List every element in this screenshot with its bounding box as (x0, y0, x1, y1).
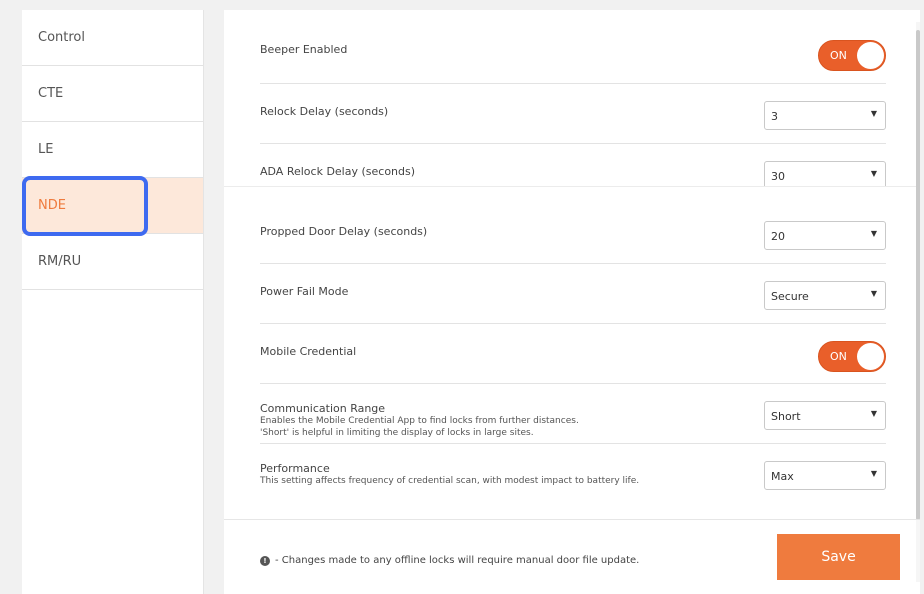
toggle-knob (857, 343, 884, 370)
footer-note-text: - Changes made to any offline locks will… (275, 555, 640, 566)
setting-row-propped-door-delay: Propped Door Delay (seconds) 20 ▼ (260, 204, 886, 264)
performance-select[interactable]: Max ▼ (764, 461, 886, 490)
save-button[interactable]: Save (777, 534, 900, 580)
scrollbar-thumb[interactable] (916, 30, 920, 520)
communication-range-description: Enables the Mobile Credential App to fin… (260, 416, 579, 426)
sidebar-item-control[interactable]: Control (22, 10, 203, 66)
setting-row-power-fail-mode: Power Fail Mode Secure ▼ (260, 264, 886, 324)
sidebar-item-label: NDE (38, 198, 66, 213)
select-value: Secure (771, 290, 809, 303)
sidebar-item-label: LE (38, 142, 54, 157)
mobile-credential-toggle[interactable]: ON (818, 341, 886, 372)
beeper-toggle[interactable]: ON (818, 40, 886, 71)
sidebar-item-label: CTE (38, 86, 64, 101)
communication-range-description-2: 'Short' is helpful in limiting the displ… (260, 428, 534, 438)
chevron-down-icon: ▼ (870, 229, 877, 238)
footer-divider (224, 519, 920, 520)
sidebar-item-rm-ru[interactable]: RM/RU (22, 234, 203, 290)
select-value: 30 (771, 170, 785, 183)
panel-overlap-band (224, 186, 916, 194)
chevron-down-icon: ▼ (870, 469, 877, 478)
relock-delay-label: Relock Delay (seconds) (260, 105, 389, 118)
setting-row-beeper: Beeper Enabled ON (260, 10, 886, 84)
select-value: 20 (771, 230, 785, 243)
chevron-down-icon: ▼ (870, 289, 877, 298)
propped-door-delay-label: Propped Door Delay (seconds) (260, 225, 428, 238)
settings-window: Control CTE LE NDE RM/RU Beeper Enabled … (0, 0, 924, 594)
communication-range-select[interactable]: Short ▼ (764, 401, 886, 430)
setting-row-ada-relock-delay: ADA Relock Delay (seconds) 30 ▼ (260, 144, 886, 204)
power-fail-mode-select[interactable]: Secure ▼ (764, 281, 886, 310)
sidebar-item-cte[interactable]: CTE (22, 66, 203, 122)
performance-description: This setting affects frequency of creden… (260, 476, 640, 486)
footer-note: ! - Changes made to any offline locks wi… (260, 555, 639, 566)
lock-type-sidebar: Control CTE LE NDE RM/RU (22, 10, 204, 594)
toggle-knob (857, 42, 884, 69)
relock-delay-select[interactable]: 3 ▼ (764, 101, 886, 130)
select-value: 3 (771, 110, 778, 123)
toggle-on-text: ON (830, 350, 847, 363)
select-value: Short (771, 410, 801, 423)
select-value: Max (771, 470, 794, 483)
mobile-credential-label: Mobile Credential (260, 345, 357, 358)
chevron-down-icon: ▼ (870, 109, 877, 118)
beeper-label: Beeper Enabled (260, 43, 348, 56)
sidebar-item-nde[interactable]: NDE (22, 178, 203, 234)
toggle-on-text: ON (830, 49, 847, 62)
info-icon: ! (260, 555, 270, 566)
sidebar-item-label: RM/RU (38, 254, 82, 269)
setting-row-communication-range: Communication Range Enables the Mobile C… (260, 384, 886, 444)
ada-relock-delay-label: ADA Relock Delay (seconds) (260, 165, 416, 178)
performance-label: Performance (260, 462, 330, 475)
settings-panel: Beeper Enabled ON Relock Delay (seconds)… (224, 10, 920, 594)
chevron-down-icon: ▼ (870, 169, 877, 178)
propped-door-delay-select[interactable]: 20 ▼ (764, 221, 886, 250)
power-fail-mode-label: Power Fail Mode (260, 285, 349, 298)
chevron-down-icon: ▼ (870, 409, 877, 418)
sidebar-item-label: Control (38, 30, 85, 45)
communication-range-label: Communication Range (260, 402, 386, 415)
setting-row-performance: Performance This setting affects frequen… (260, 444, 886, 504)
setting-row-relock-delay: Relock Delay (seconds) 3 ▼ (260, 84, 886, 144)
setting-row-mobile-credential: Mobile Credential ON (260, 324, 886, 384)
sidebar-item-le[interactable]: LE (22, 122, 203, 178)
